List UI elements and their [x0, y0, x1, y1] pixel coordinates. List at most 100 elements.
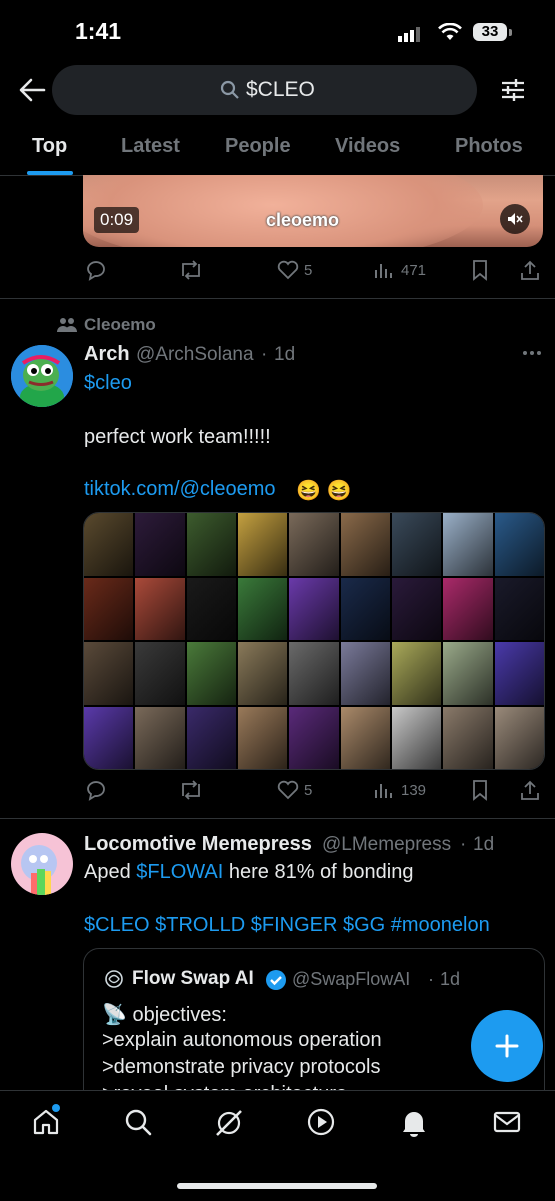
quoted-handle[interactable]: @SwapFlowAI	[292, 969, 410, 990]
collage-thumbnail[interactable]	[391, 642, 442, 705]
status-bar: 1:41 33	[0, 0, 555, 60]
messages-mail-icon[interactable]	[493, 1110, 521, 1134]
views-icon[interactable]	[374, 781, 394, 799]
collage-thumbnail[interactable]	[237, 513, 288, 576]
video-watermark: cleoemo	[266, 210, 340, 230]
collage-thumbnail[interactable]	[340, 577, 390, 640]
collage-thumbnail[interactable]	[135, 706, 185, 769]
emoji-text: 😆 😆	[296, 480, 352, 502]
collage-thumbnail[interactable]	[289, 706, 339, 769]
author-handle[interactable]: @ArchSolana	[136, 344, 254, 366]
filter-settings-icon[interactable]	[500, 77, 526, 103]
repost-icon[interactable]	[178, 259, 204, 281]
collage-thumbnail[interactable]	[289, 642, 339, 705]
collage-thumbnail[interactable]	[494, 577, 544, 640]
tab-people[interactable]: People	[225, 135, 291, 158]
like-count: 5	[304, 782, 313, 799]
collage-thumbnail[interactable]	[135, 513, 185, 576]
avatar[interactable]	[11, 345, 73, 407]
author-name[interactable]: Arch	[84, 343, 130, 366]
collage-thumbnail[interactable]	[494, 706, 544, 769]
collage-thumbnail[interactable]	[186, 513, 236, 576]
share-icon[interactable]	[520, 259, 540, 281]
image-collage[interactable]	[83, 512, 545, 770]
post-time: 1d	[274, 344, 296, 365]
collage-thumbnail[interactable]	[391, 513, 442, 576]
collage-thumbnail[interactable]	[186, 577, 236, 640]
collage-thumbnail[interactable]	[84, 706, 134, 769]
collage-thumbnail[interactable]	[237, 577, 288, 640]
tab-top[interactable]: Top	[32, 135, 67, 158]
pepe-avatar-image	[11, 345, 73, 407]
signal-icon	[398, 27, 420, 42]
collage-thumbnail[interactable]	[494, 642, 544, 705]
notifications-bell-icon[interactable]	[400, 1108, 428, 1138]
back-arrow-icon[interactable]	[18, 77, 46, 103]
like-icon[interactable]	[277, 260, 299, 280]
collage-thumbnail[interactable]	[494, 513, 544, 576]
cashtag-link[interactable]: $cleo	[84, 372, 132, 395]
tab-latest[interactable]: Latest	[121, 135, 180, 158]
collage-thumbnail[interactable]	[443, 642, 493, 705]
search-query[interactable]: $CLEO	[246, 78, 315, 102]
dot-separator: ·	[428, 969, 434, 989]
post-divider	[0, 818, 555, 819]
view-count: 139	[401, 782, 427, 799]
mute-button[interactable]	[500, 204, 530, 234]
status-time: 1:41	[75, 18, 122, 44]
post-text: perfect work team!!!!!	[84, 426, 271, 448]
reply-icon[interactable]	[85, 259, 107, 281]
like-icon[interactable]	[277, 780, 299, 800]
tab-videos[interactable]: Videos	[335, 135, 400, 158]
collage-thumbnail[interactable]	[186, 706, 236, 769]
collage-thumbnail[interactable]	[340, 513, 390, 576]
verified-badge-icon	[266, 970, 286, 990]
collage-thumbnail[interactable]	[289, 577, 339, 640]
cartoon-avatar-image	[11, 833, 73, 895]
grok-icon[interactable]	[214, 1108, 244, 1138]
cashtag-link[interactable]: $FLOWAI	[136, 861, 223, 883]
collage-thumbnail[interactable]	[135, 577, 185, 640]
collage-thumbnail[interactable]	[289, 513, 339, 576]
collage-thumbnail[interactable]	[443, 706, 493, 769]
collage-thumbnail[interactable]	[237, 642, 288, 705]
more-options-icon[interactable]	[522, 350, 542, 356]
post-divider	[0, 298, 555, 299]
reply-icon[interactable]	[85, 779, 107, 801]
bookmark-icon[interactable]	[471, 259, 489, 281]
share-icon[interactable]	[520, 779, 540, 801]
avatar[interactable]	[11, 833, 73, 895]
like-count: 5	[304, 262, 313, 279]
video-play-icon[interactable]	[307, 1108, 335, 1136]
collage-thumbnail[interactable]	[443, 577, 493, 640]
post-time: 1d	[473, 834, 495, 855]
quoted-author-name[interactable]: Flow Swap AI	[132, 968, 254, 990]
collage-thumbnail[interactable]	[84, 642, 134, 705]
bookmark-icon[interactable]	[471, 779, 489, 801]
collage-thumbnail[interactable]	[443, 513, 493, 576]
collage-thumbnail[interactable]	[340, 642, 390, 705]
collage-thumbnail[interactable]	[237, 706, 288, 769]
battery-indicator: 33	[473, 23, 512, 41]
views-icon[interactable]	[374, 261, 394, 279]
hashtag-line[interactable]: $CLEO $TROLLD $FINGER $GG #moonelon	[84, 914, 490, 937]
community-label[interactable]: Cleoemo	[84, 315, 156, 335]
collage-thumbnail[interactable]	[391, 577, 442, 640]
author-name[interactable]: Locomotive Memepress	[84, 833, 312, 856]
collage-thumbnail[interactable]	[340, 706, 390, 769]
explore-search-icon[interactable]	[124, 1108, 152, 1136]
author-handle[interactable]: @LMemepress	[322, 834, 451, 856]
quoted-line: >explain autonomous operation	[102, 1029, 382, 1051]
collage-thumbnail[interactable]	[186, 642, 236, 705]
repost-icon[interactable]	[178, 779, 204, 801]
wifi-icon	[438, 23, 462, 40]
external-link[interactable]: tiktok.com/@cleoemo	[84, 478, 275, 501]
collage-thumbnail[interactable]	[135, 642, 185, 705]
dot-separator: ·	[460, 834, 467, 855]
collage-thumbnail[interactable]	[84, 577, 134, 640]
home-icon[interactable]	[32, 1108, 60, 1136]
collage-thumbnail[interactable]	[391, 706, 442, 769]
compose-button[interactable]	[471, 1010, 543, 1082]
tab-photos[interactable]: Photos	[455, 135, 523, 158]
collage-thumbnail[interactable]	[84, 513, 134, 576]
